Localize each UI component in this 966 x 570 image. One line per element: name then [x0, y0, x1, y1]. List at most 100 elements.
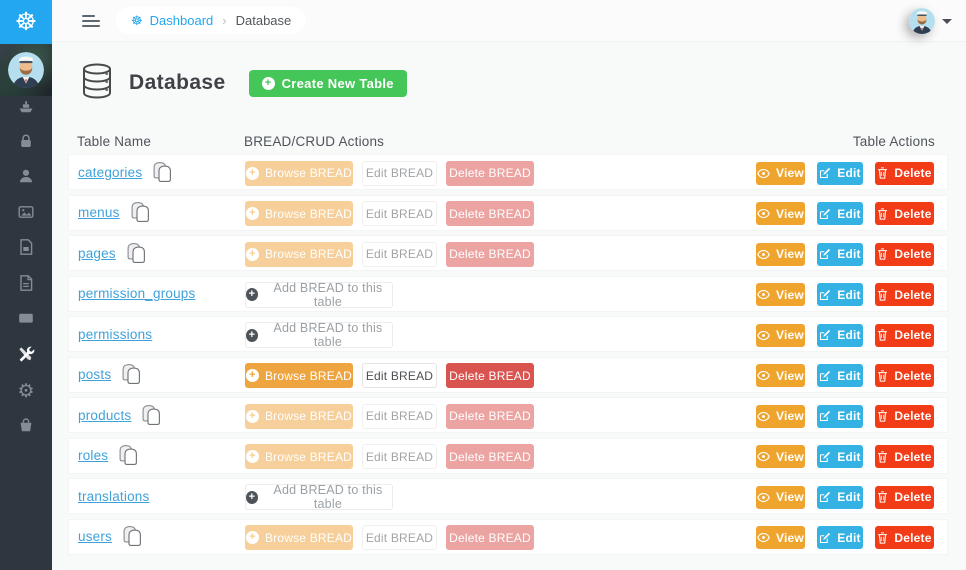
table-name-link[interactable]: posts [78, 367, 111, 382]
add-bread-button[interactable]: +Add BREAD to this table [245, 484, 393, 510]
bag-icon [17, 416, 35, 439]
view-button[interactable]: View [756, 283, 805, 306]
edit-button[interactable]: Edit [817, 486, 863, 509]
browse-bread-button[interactable]: +Browse BREAD [245, 444, 353, 469]
edit-button[interactable]: Edit [817, 364, 863, 387]
page-header: Database + Create New Table [80, 62, 407, 104]
browse-bread-button[interactable]: +Browse BREAD [245, 201, 353, 226]
edit-button[interactable]: Edit [817, 405, 863, 428]
browse-bread-button[interactable]: +Browse BREAD [245, 242, 353, 267]
view-button[interactable]: View [756, 526, 805, 549]
bread-icon [140, 405, 163, 426]
edit-button[interactable]: Edit [817, 283, 863, 306]
delete-button[interactable]: Delete [875, 526, 934, 549]
delete-button[interactable]: Delete [875, 243, 934, 266]
delete-button[interactable]: Delete [875, 445, 934, 468]
delete-button[interactable]: Delete [875, 324, 934, 347]
database-icon [80, 62, 114, 105]
sidebar-item-tools[interactable] [0, 344, 52, 368]
user-avatar[interactable] [909, 8, 935, 34]
add-bread-button[interactable]: +Add BREAD to this table [245, 282, 393, 308]
table-name-link[interactable]: categories [78, 165, 142, 180]
browse-bread-button[interactable]: +Browse BREAD [245, 404, 353, 429]
view-button[interactable]: View [756, 405, 805, 428]
sidebar-item-boat[interactable] [0, 96, 52, 120]
view-button[interactable]: View [756, 364, 805, 387]
column-header-bread-actions: BREAD/CRUD Actions [244, 134, 384, 149]
plus-icon: + [246, 329, 258, 342]
edit-button[interactable]: Edit [817, 445, 863, 468]
delete-bread-button[interactable]: Delete BREAD [446, 363, 534, 388]
gear-icon: ⚙ [17, 382, 34, 401]
view-button[interactable]: View [756, 202, 805, 225]
delete-button[interactable]: Delete [875, 202, 934, 225]
table-name-link[interactable]: translations [78, 489, 149, 504]
sidebar-avatar-panel [0, 44, 52, 96]
sidebar-item-window[interactable] [0, 309, 52, 333]
view-button[interactable]: View [756, 162, 805, 185]
hamburger-menu-icon[interactable] [82, 15, 100, 27]
browse-bread-button[interactable]: +Browse BREAD [245, 161, 353, 186]
view-button[interactable]: View [756, 243, 805, 266]
sidebar-item-media[interactable] [0, 202, 52, 226]
add-bread-button[interactable]: +Add BREAD to this table [245, 322, 393, 348]
edit-button[interactable]: Edit [817, 202, 863, 225]
delete-bread-button[interactable]: Delete BREAD [446, 404, 534, 429]
edit-bread-button[interactable]: Edit BREAD [362, 363, 437, 388]
view-button[interactable]: View [756, 324, 805, 347]
plus-icon: + [246, 207, 259, 220]
table-name-link[interactable]: menus [78, 205, 120, 220]
tables-list: Table Name BREAD/CRUD Actions Table Acti… [68, 134, 948, 559]
pencil-icon [819, 208, 831, 220]
delete-bread-button[interactable]: Delete BREAD [446, 201, 534, 226]
delete-bread-button[interactable]: Delete BREAD [446, 161, 534, 186]
edit-bread-button[interactable]: Edit BREAD [362, 161, 437, 186]
delete-bread-button[interactable]: Delete BREAD [446, 242, 534, 267]
table-row: permission_groups +Add BREAD to this tabl… [68, 276, 948, 312]
table-name-link[interactable]: permissions [78, 327, 152, 342]
trash-icon [877, 329, 888, 341]
browse-bread-button[interactable]: +Browse BREAD [245, 525, 353, 550]
caret-down-icon [942, 19, 952, 24]
view-button[interactable]: View [756, 445, 805, 468]
sidebar-avatar[interactable] [8, 52, 44, 88]
edit-bread-button[interactable]: Edit BREAD [362, 242, 437, 267]
edit-button[interactable]: Edit [817, 243, 863, 266]
user-menu[interactable] [909, 8, 952, 34]
table-rows: categories +Browse BREAD Edit BREAD Delete … [68, 154, 948, 555]
edit-button[interactable]: Edit [817, 526, 863, 549]
edit-bread-button[interactable]: Edit BREAD [362, 444, 437, 469]
delete-button[interactable]: Delete [875, 364, 934, 387]
delete-button[interactable]: Delete [875, 283, 934, 306]
browse-bread-button[interactable]: +Browse BREAD [245, 363, 353, 388]
breadcrumb-dashboard-link[interactable]: Dashboard [150, 13, 214, 28]
delete-button[interactable]: Delete [875, 162, 934, 185]
sidebar-item-user[interactable] [0, 167, 52, 191]
sidebar-item-page[interactable] [0, 238, 52, 262]
view-button[interactable]: View [756, 486, 805, 509]
edit-bread-button[interactable]: Edit BREAD [362, 404, 437, 429]
edit-button[interactable]: Edit [817, 324, 863, 347]
table-name-link[interactable]: roles [78, 448, 108, 463]
delete-bread-button[interactable]: Delete BREAD [446, 444, 534, 469]
edit-button[interactable]: Edit [817, 162, 863, 185]
sidebar-item-file[interactable] [0, 273, 52, 297]
helm-icon: ☸ [15, 7, 37, 37]
sidebar-item-bag[interactable] [0, 415, 52, 439]
lock-icon [17, 132, 35, 155]
sidebar-item-lock[interactable] [0, 131, 52, 155]
table-name-link[interactable]: users [78, 529, 112, 544]
delete-button[interactable]: Delete [875, 405, 934, 428]
delete-bread-button[interactable]: Delete BREAD [446, 525, 534, 550]
sidebar-item-gear[interactable]: ⚙ [0, 380, 52, 404]
breadcrumb-current: Database [236, 13, 292, 28]
table-name-link[interactable]: pages [78, 246, 116, 261]
delete-button[interactable]: Delete [875, 486, 934, 509]
edit-bread-button[interactable]: Edit BREAD [362, 525, 437, 550]
table-name-link[interactable]: products [78, 408, 131, 423]
table-name-link[interactable]: permission_groups [78, 286, 195, 301]
voyager-logo[interactable]: ☸ [0, 0, 52, 44]
edit-bread-button[interactable]: Edit BREAD [362, 201, 437, 226]
breadcrumb: ☸ Dashboard › Database [116, 7, 306, 34]
create-new-table-button[interactable]: + Create New Table [249, 70, 407, 97]
